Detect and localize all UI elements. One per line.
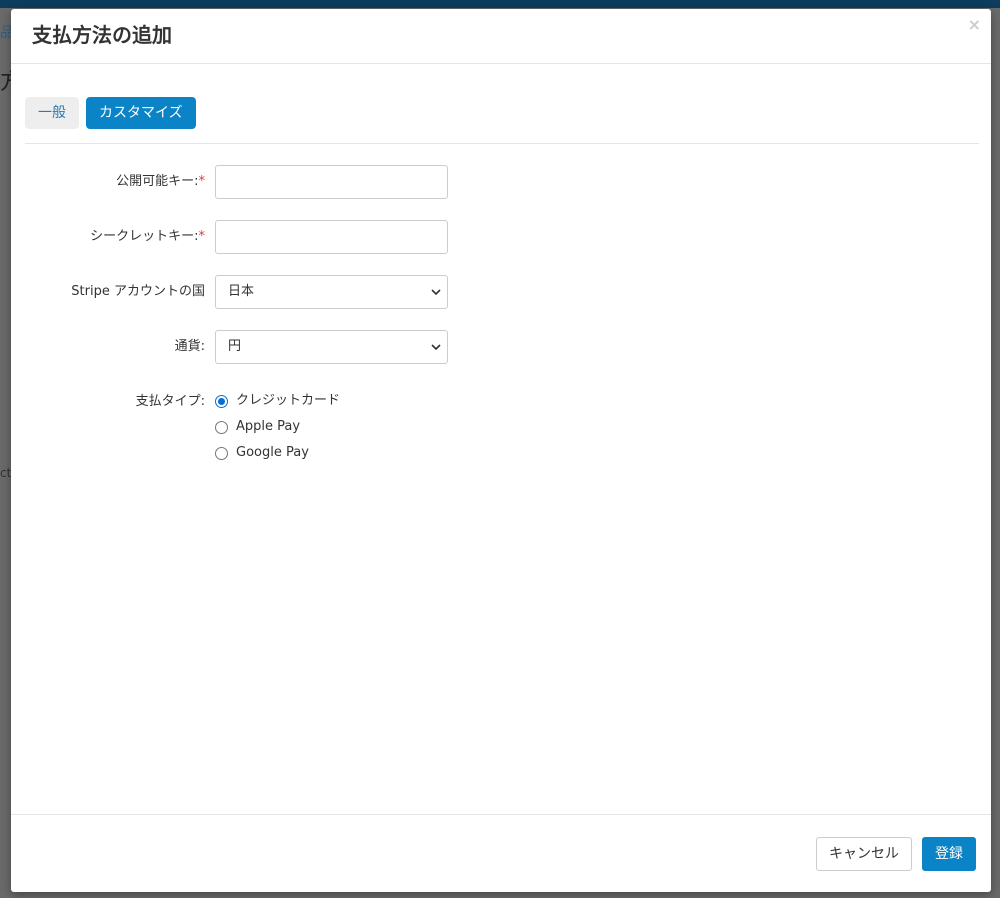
payment-type-label: 支払タイプ: — [135, 394, 205, 409]
modal-footer: キャンセル 登録 — [11, 814, 991, 893]
cancel-button[interactable]: キャンセル — [816, 837, 912, 871]
required-mark: * — [198, 174, 206, 189]
close-icon[interactable]: × — [968, 15, 981, 34]
currency-select[interactable]: 円 — [215, 330, 448, 364]
form-row-currency: 通貨: 円 — [25, 330, 465, 364]
radio-label: クレジットカード — [236, 393, 341, 408]
radio-button[interactable] — [215, 447, 228, 460]
modal-header: 支払方法の追加 × — [11, 9, 991, 64]
app-top-bar — [0, 0, 1000, 8]
account-country-label: Stripe アカウントの国 — [71, 284, 205, 299]
form-row-publishable-key: 公開可能キー:* — [25, 165, 465, 199]
publishable-key-label: 公開可能キー:* — [116, 174, 206, 189]
tab-general[interactable]: 一般 — [25, 97, 79, 129]
form-row-account-country: Stripe アカウントの国 日本 — [25, 275, 465, 309]
add-payment-method-modal: 支払方法の追加 × 一般 カスタマイズ 公開可能キー:* シークレットキー:* … — [11, 9, 991, 892]
currency-value: 円 — [228, 339, 242, 354]
account-country-select[interactable]: 日本 — [215, 275, 448, 309]
secret-key-input[interactable] — [215, 220, 448, 254]
radio-button[interactable] — [215, 421, 228, 434]
radio-credit-card[interactable]: クレジットカード — [215, 393, 415, 411]
modal-title: 支払方法の追加 — [32, 23, 172, 47]
radio-google-pay[interactable]: Google Pay — [215, 445, 415, 463]
chevron-down-icon — [431, 289, 441, 296]
radio-apple-pay[interactable]: Apple Pay — [215, 419, 415, 437]
radio-label: Apple Pay — [236, 419, 301, 434]
form-row-secret-key: シークレットキー:* — [25, 220, 465, 254]
radio-label: Google Pay — [236, 445, 309, 460]
secret-key-label: シークレットキー:* — [90, 229, 206, 244]
radio-button[interactable] — [215, 395, 228, 408]
currency-label: 通貨: — [174, 339, 205, 354]
tab-divider — [25, 143, 979, 144]
background-text: ct — [0, 466, 12, 480]
chevron-down-icon — [431, 344, 441, 351]
account-country-value: 日本 — [228, 284, 255, 299]
publishable-key-input[interactable] — [215, 165, 448, 199]
required-mark: * — [198, 229, 206, 244]
tab-customize[interactable]: カスタマイズ — [86, 97, 196, 129]
submit-button[interactable]: 登録 — [922, 837, 976, 871]
